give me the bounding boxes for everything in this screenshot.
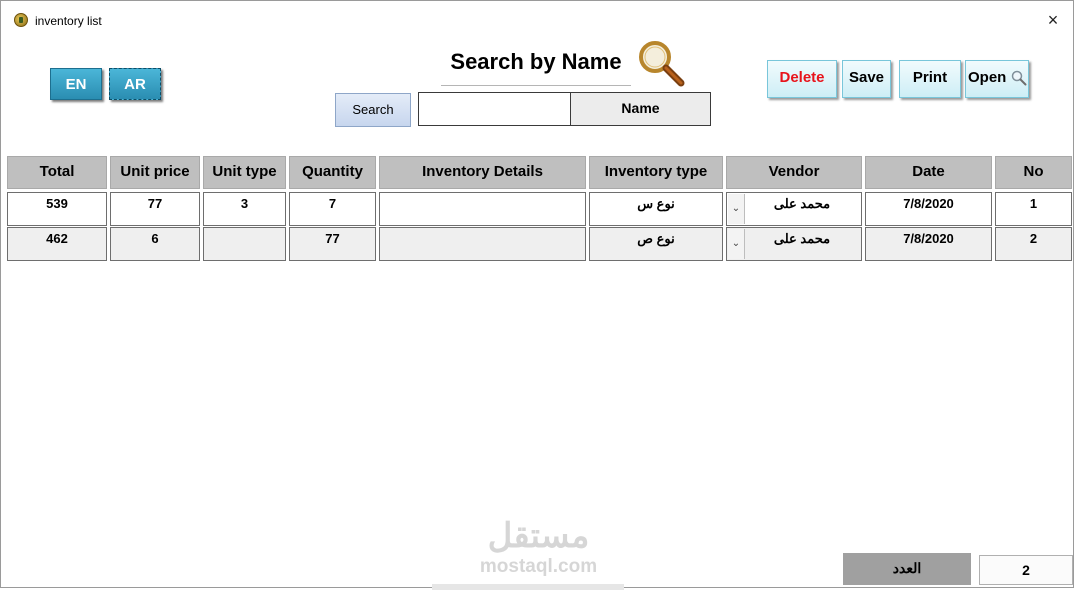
taskbar-fragment [432, 584, 624, 590]
name-field-label: Name [570, 92, 711, 126]
cell-unit-price[interactable]: 6 [110, 227, 200, 261]
col-header-unit-price[interactable]: Unit price [110, 156, 200, 189]
cell-quantity[interactable]: 7 [289, 192, 376, 226]
col-header-total[interactable]: Total [7, 156, 107, 189]
col-header-inventory-type[interactable]: Inventory type [589, 156, 723, 189]
cell-inventory-type[interactable]: نوع ص [589, 227, 723, 261]
search-title: Search by Name [441, 47, 631, 86]
chevron-down-icon[interactable]: ⌄ [728, 194, 745, 224]
open-button[interactable]: Open [965, 60, 1029, 98]
close-button[interactable]: × [1041, 9, 1065, 33]
magnifier-icon [639, 41, 685, 87]
watermark-arabic-text: مستقل [487, 517, 590, 555]
cell-inventory-type[interactable]: نوع س [589, 192, 723, 226]
title-bar: inventory list × [1, 1, 1073, 37]
open-button-label: Open [968, 69, 1007, 86]
col-header-date[interactable]: Date [865, 156, 992, 189]
cell-quantity[interactable]: 77 [289, 227, 376, 261]
col-header-inventory-details[interactable]: Inventory Details [379, 156, 586, 189]
inventory-window: inventory list × EN AR Search by Name Se… [0, 0, 1074, 588]
window-title: inventory list [35, 14, 102, 28]
app-icon [14, 13, 28, 27]
vendor-value: محمد على [773, 231, 831, 246]
cell-no[interactable]: 2 [995, 227, 1072, 261]
delete-button[interactable]: Delete [767, 60, 837, 98]
cell-unit-type[interactable] [203, 227, 286, 261]
search-input[interactable] [418, 92, 571, 126]
cell-unit-type[interactable]: 3 [203, 192, 286, 226]
en-language-button[interactable]: EN [50, 68, 102, 100]
search-icon [1011, 70, 1027, 86]
col-header-no[interactable]: No [995, 156, 1072, 189]
cell-total[interactable]: 462 [7, 227, 107, 261]
cell-inventory-details[interactable] [379, 227, 586, 261]
cell-no[interactable]: 1 [995, 192, 1072, 226]
col-header-vendor[interactable]: Vendor [726, 156, 862, 189]
cell-date[interactable]: 7/8/2020 [865, 227, 992, 261]
chevron-down-icon[interactable]: ⌄ [728, 229, 745, 259]
count-label: العدد [843, 553, 971, 585]
cell-vendor-dropdown[interactable]: ⌄ محمد على [726, 227, 862, 261]
ar-language-button[interactable]: AR [109, 68, 161, 100]
cell-inventory-details[interactable] [379, 192, 586, 226]
search-button[interactable]: Search [335, 93, 411, 127]
cell-total[interactable]: 539 [7, 192, 107, 226]
count-value: 2 [979, 555, 1073, 585]
col-header-quantity[interactable]: Quantity [289, 156, 376, 189]
print-button[interactable]: Print [899, 60, 961, 98]
cell-unit-price[interactable]: 77 [110, 192, 200, 226]
col-header-unit-type[interactable]: Unit type [203, 156, 286, 189]
cell-vendor-dropdown[interactable]: ⌄ محمد على [726, 192, 862, 226]
watermark-latin-text: mostaql.com [479, 556, 598, 577]
vendor-value: محمد على [773, 196, 831, 211]
save-button[interactable]: Save [842, 60, 891, 98]
watermark-logo: مستقل mostaql.com [471, 516, 606, 581]
cell-date[interactable]: 7/8/2020 [865, 192, 992, 226]
